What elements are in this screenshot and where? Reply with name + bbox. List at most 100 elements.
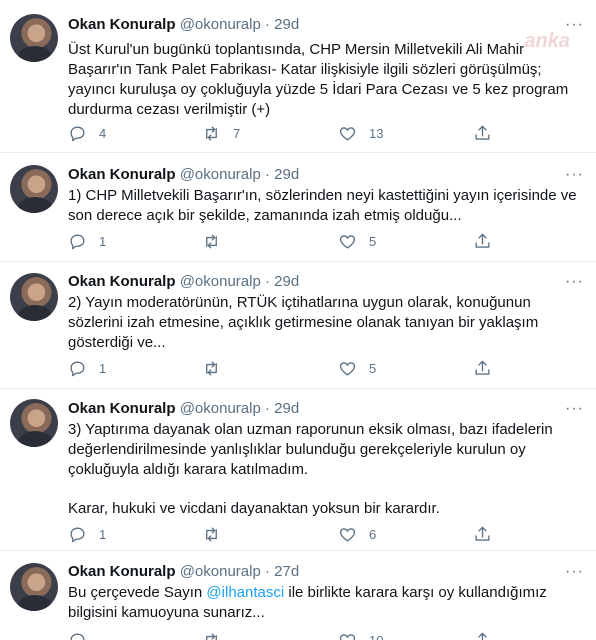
tweet[interactable]: Okan Konuralp @okonuralp · 29d ··· 3) Ya… [0, 389, 596, 551]
reply-button[interactable]: 1 [68, 232, 106, 251]
retweet-icon [206, 126, 217, 141]
reply-icon [70, 361, 85, 377]
like-button[interactable]: 13 [338, 124, 383, 143]
share-button[interactable] [473, 631, 492, 640]
tweet-header: Okan Konuralp @okonuralp · 27d [68, 563, 299, 580]
timestamp[interactable]: 29d [274, 166, 299, 183]
tweet-text-segment: Bu çerçevede Sayın [68, 584, 207, 601]
reply-count: 1 [99, 234, 107, 249]
author-handle[interactable]: @okonuralp [180, 273, 261, 290]
reply-button[interactable]: 1 [68, 525, 106, 544]
share-icon [475, 526, 490, 541]
tweet-header: Okan Konuralp @okonuralp · 29d [68, 273, 299, 290]
tweet-paragraph: Karar, hukuki ve vicdani dayanaktan yoks… [68, 500, 440, 517]
retweet-button[interactable] [202, 232, 233, 251]
share-button[interactable] [473, 124, 492, 143]
separator-dot: · [264, 563, 270, 580]
reply-icon [70, 633, 85, 640]
separator-dot: · [264, 273, 270, 290]
tweet[interactable]: Okan Konuralp @okonuralp · 29d ··· Üst K… [0, 0, 596, 153]
reply-button[interactable] [68, 631, 99, 640]
retweet-icon [206, 633, 217, 640]
avatar[interactable] [10, 399, 58, 447]
reply-count: 1 [99, 527, 107, 542]
tweet-actions: 1 6 [68, 525, 498, 545]
share-button[interactable] [473, 232, 492, 251]
tweet-header: Okan Konuralp @okonuralp · 29d [68, 166, 299, 183]
tweet-paragraph: 3) Yaptırıma dayanak olan uzman raporunu… [68, 421, 553, 478]
separator-dot: · [264, 400, 270, 417]
retweet-button[interactable] [202, 359, 233, 378]
author-handle[interactable]: @okonuralp [180, 400, 261, 417]
tweet-actions: 10 [68, 631, 498, 640]
timestamp[interactable]: 29d [274, 400, 299, 417]
separator-dot: · [264, 16, 270, 33]
share-icon [475, 125, 490, 140]
like-button[interactable]: 6 [338, 525, 376, 544]
author-name[interactable]: Okan Konuralp [68, 563, 176, 580]
author-name[interactable]: Okan Konuralp [68, 166, 176, 183]
tweet-text: 3) Yaptırıma dayanak olan uzman raporunu… [68, 420, 578, 519]
retweet-button[interactable] [202, 525, 233, 544]
retweet-count: 7 [233, 126, 241, 141]
like-count: 5 [369, 361, 377, 376]
tweet-text: 2) Yayın moderatörünün, RTÜK içtihatları… [68, 293, 578, 353]
more-options-icon[interactable]: ··· [565, 273, 584, 291]
author-name[interactable]: Okan Konuralp [68, 400, 176, 417]
retweet-button[interactable] [202, 631, 233, 640]
reply-icon [70, 234, 85, 250]
avatar[interactable] [10, 273, 58, 321]
avatar[interactable] [10, 563, 58, 611]
reply-button[interactable]: 1 [68, 359, 106, 378]
like-button[interactable]: 5 [338, 359, 376, 378]
tweet[interactable]: Okan Konuralp @okonuralp · 29d ··· 1) CH… [0, 153, 596, 262]
like-count: 6 [369, 527, 377, 542]
share-icon [475, 360, 490, 375]
share-icon [478, 632, 487, 640]
tweet-paragraph: 1) CHP Milletvekili Başarır'ın, sözlerin… [68, 187, 577, 224]
retweet-icon [206, 527, 217, 542]
author-name[interactable]: Okan Konuralp [68, 16, 176, 33]
tweet-actions: 1 5 [68, 232, 498, 252]
avatar[interactable] [10, 14, 58, 62]
heart-icon [339, 235, 356, 249]
reply-icon [70, 527, 85, 543]
timestamp[interactable]: 27d [274, 563, 299, 580]
reply-button[interactable]: 4 [68, 124, 106, 143]
mention-link[interactable]: @ilhantasci [206, 584, 284, 601]
share-icon [475, 233, 490, 248]
tweet-text: Bu çerçevede Sayın @ilhantasci ile birli… [68, 583, 578, 623]
retweet-icon [206, 234, 217, 249]
like-count: 10 [369, 633, 383, 640]
tweet[interactable]: Okan Konuralp @okonuralp · 29d ··· 2) Ya… [0, 262, 596, 389]
like-button[interactable]: 10 [338, 631, 383, 640]
heart-icon [339, 528, 356, 542]
like-count: 13 [369, 126, 384, 141]
avatar[interactable] [10, 165, 58, 213]
retweet-button[interactable]: 7 [202, 124, 240, 143]
heart-icon [339, 634, 356, 640]
share-button[interactable] [473, 359, 492, 378]
tweet-paragraph: 2) Yayın moderatörünün, RTÜK içtihatları… [68, 294, 539, 351]
timestamp[interactable]: 29d [274, 273, 299, 290]
author-handle[interactable]: @okonuralp [180, 166, 261, 183]
tweet-header: Okan Konuralp @okonuralp · 29d [68, 400, 299, 417]
like-count: 5 [369, 234, 377, 249]
retweet-icon [206, 361, 217, 376]
author-name[interactable]: Okan Konuralp [68, 273, 176, 290]
author-handle[interactable]: @okonuralp [180, 563, 261, 580]
tweet[interactable]: Okan Konuralp @okonuralp · 27d ··· Bu çe… [0, 551, 596, 640]
tweet-paragraph: Bu çerçevede Sayın @ilhantasci ile birli… [68, 583, 578, 623]
more-options-icon[interactable]: ··· [565, 400, 584, 418]
author-handle[interactable]: @okonuralp [180, 16, 261, 33]
like-button[interactable]: 5 [338, 232, 376, 251]
separator-dot: · [264, 166, 270, 183]
more-options-icon[interactable]: ··· [565, 563, 584, 581]
timestamp[interactable]: 29d [274, 16, 299, 33]
tweet-actions: 4 7 13 [68, 124, 498, 144]
heart-icon [339, 362, 356, 376]
share-button[interactable] [473, 525, 492, 544]
more-options-icon[interactable]: ··· [565, 166, 584, 184]
more-options-icon[interactable]: ··· [565, 16, 584, 34]
reply-count: 1 [99, 361, 107, 376]
